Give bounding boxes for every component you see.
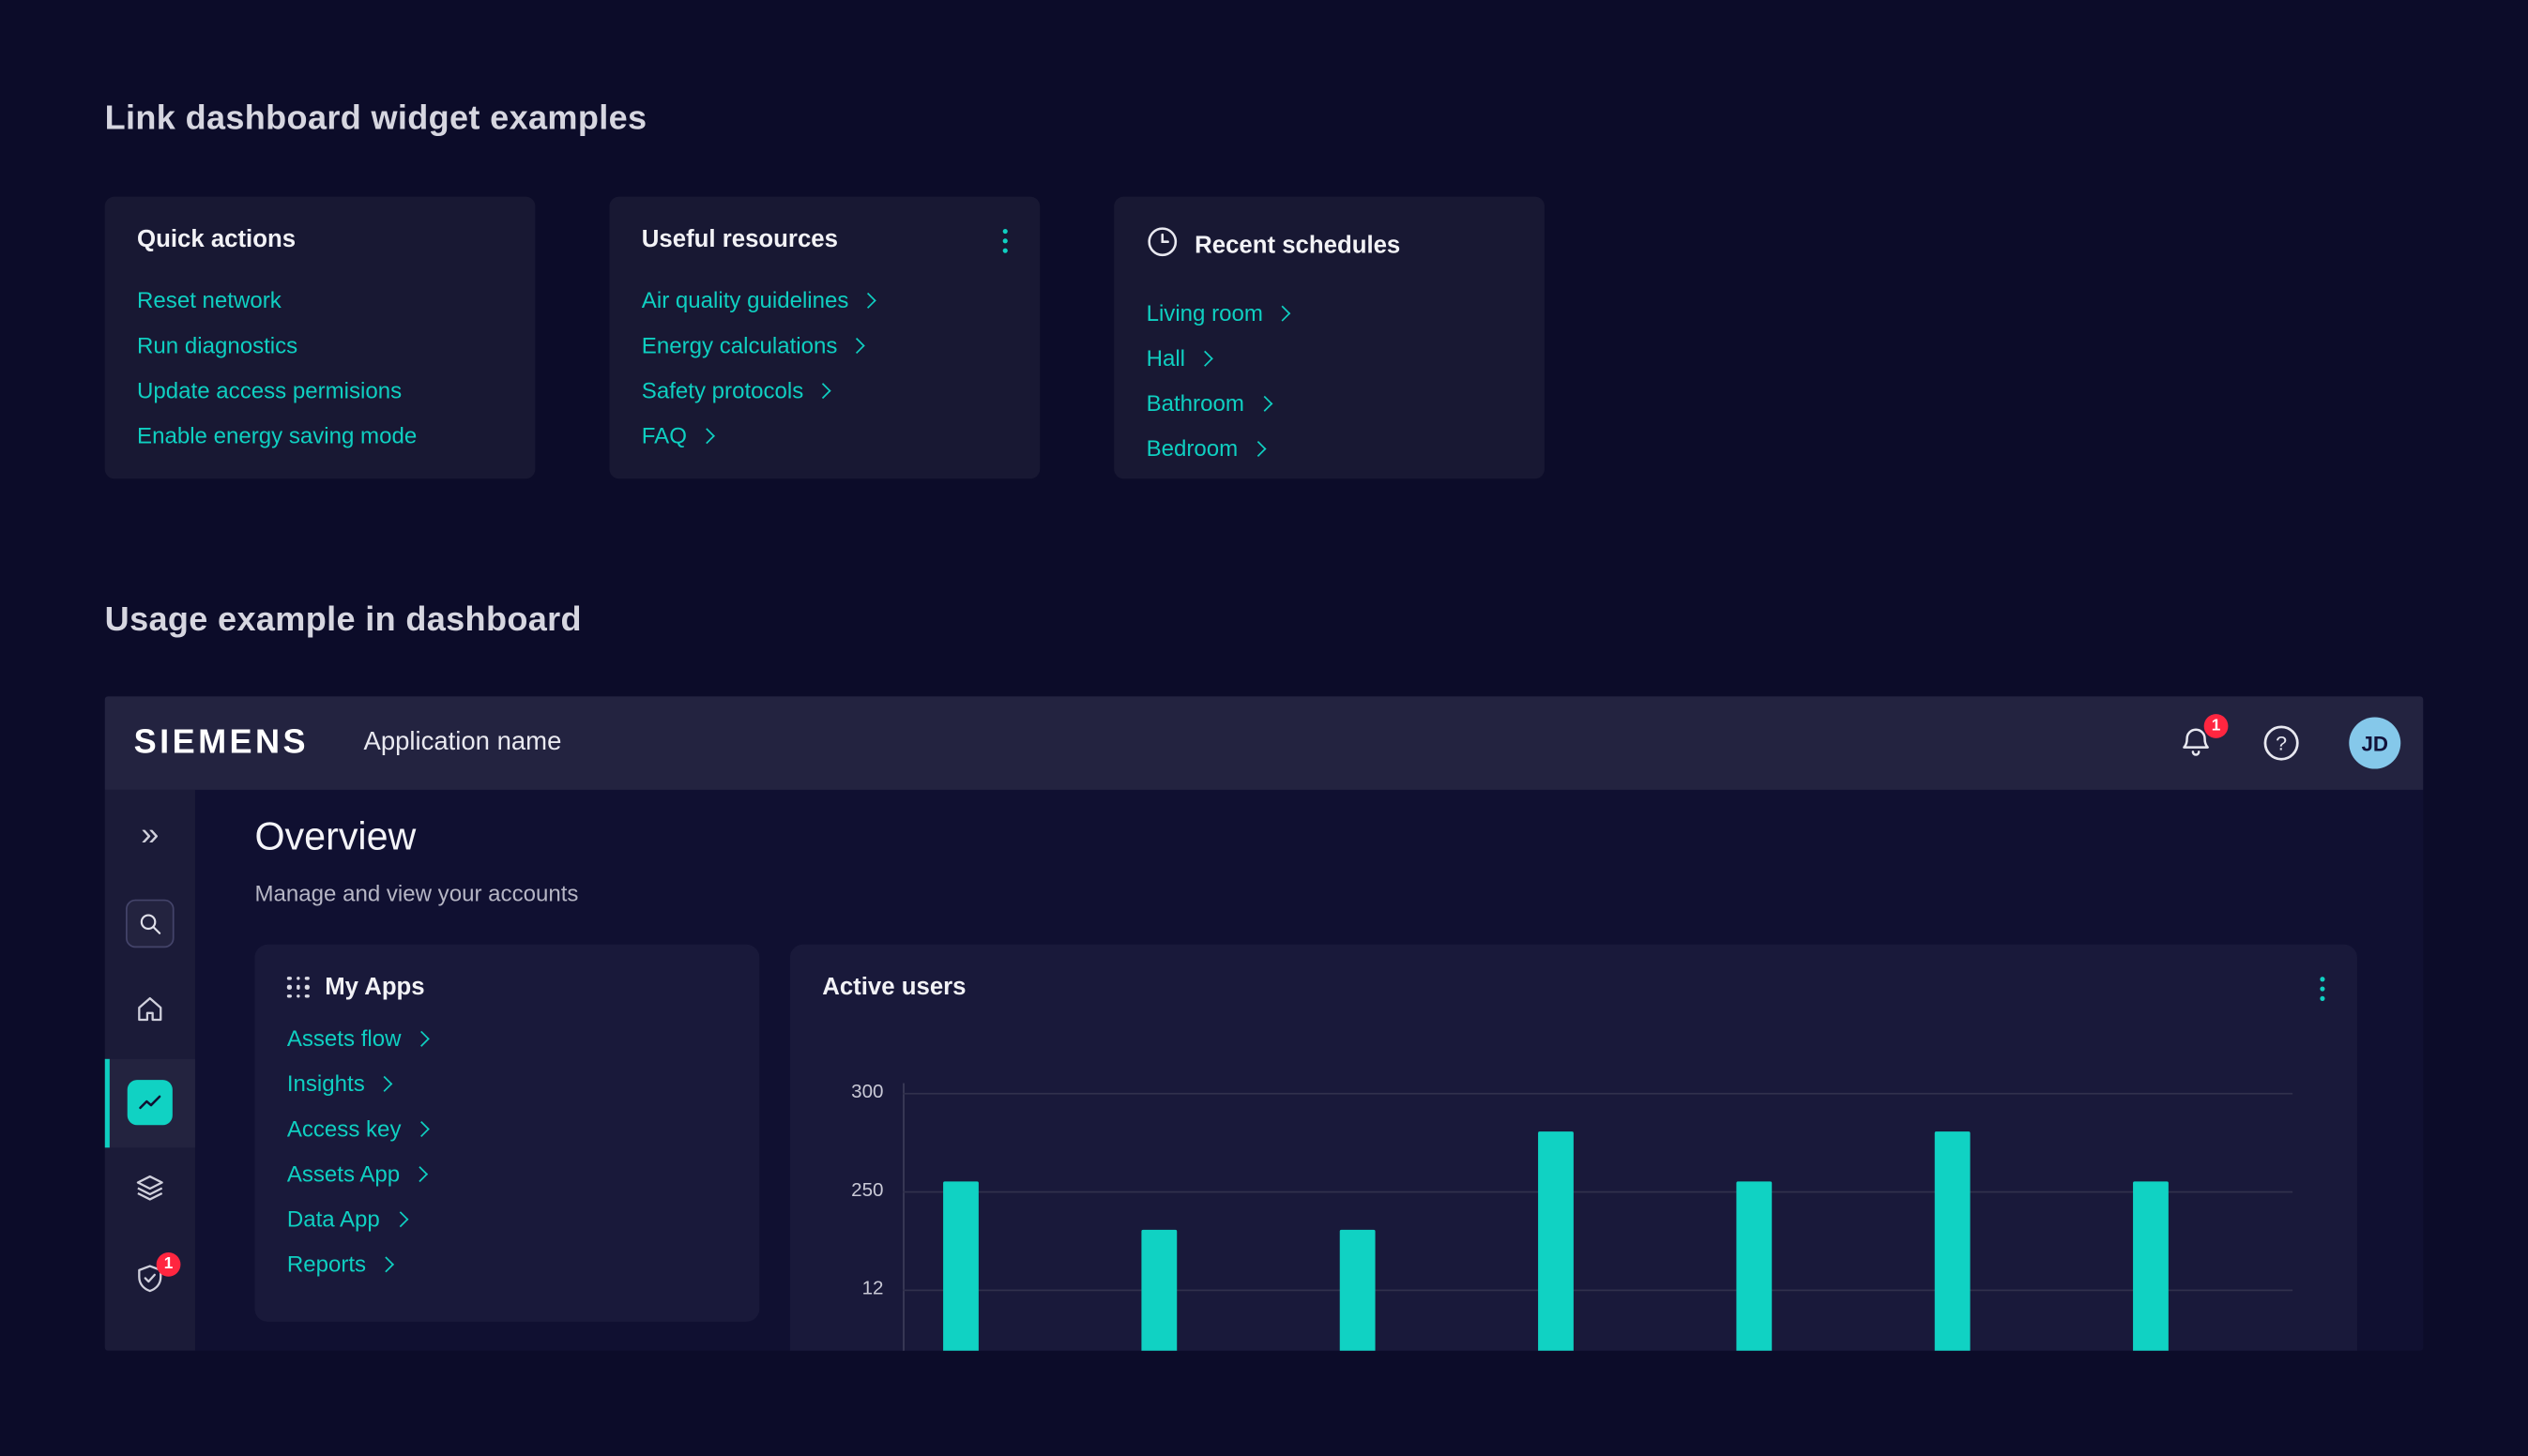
chevron-right-icon bbox=[413, 1120, 429, 1136]
chevron-right-icon bbox=[1197, 350, 1213, 366]
app-grid-icon bbox=[287, 977, 309, 998]
chevron-right-icon bbox=[392, 1210, 408, 1226]
sidebar-item-overview-active[interactable] bbox=[105, 1058, 195, 1147]
help-icon: ? bbox=[2262, 723, 2301, 762]
layers-icon bbox=[134, 1172, 166, 1212]
app-header: SIEMENS Application name 1 ? bbox=[105, 696, 2424, 790]
double-chevron-right-icon: » bbox=[141, 818, 159, 850]
link-update-access-permissions[interactable]: Update access permisions bbox=[137, 368, 503, 413]
chevron-right-icon bbox=[412, 1165, 428, 1181]
chevron-right-icon bbox=[377, 1075, 393, 1091]
link-energy-calculations[interactable]: Energy calculations bbox=[642, 323, 1008, 368]
page-subtitle: Manage and view your accounts bbox=[254, 880, 578, 905]
link-run-diagnostics[interactable]: Run diagnostics bbox=[137, 323, 503, 368]
notifications-button[interactable]: 1 bbox=[2178, 723, 2214, 764]
link-assets-flow[interactable]: Assets flow bbox=[287, 1015, 727, 1060]
link-enable-energy-saving[interactable]: Enable energy saving mode bbox=[137, 413, 503, 458]
card-title: Useful resources bbox=[642, 226, 1008, 253]
link-reports[interactable]: Reports bbox=[287, 1241, 727, 1286]
link-reset-network[interactable]: Reset network bbox=[137, 278, 503, 323]
search-icon bbox=[126, 900, 175, 948]
card-title: Recent schedules bbox=[1195, 232, 1400, 259]
chevron-right-icon bbox=[1256, 395, 1272, 411]
sidebar-item-search[interactable] bbox=[105, 879, 195, 968]
quick-actions-card: Quick actions Reset network Run diagnost… bbox=[105, 197, 536, 479]
y-tick-label: 300 bbox=[790, 1080, 884, 1102]
clock-icon bbox=[1147, 226, 1179, 266]
dashboard-example: SIEMENS Application name 1 ? bbox=[105, 696, 2424, 1351]
trend-chart-icon bbox=[128, 1081, 173, 1126]
useful-resources-card: Useful resources Air quality guidelines … bbox=[609, 197, 1040, 479]
quick-actions-links: Reset network Run diagnostics Update acc… bbox=[137, 278, 503, 458]
recent-schedules-links: Living room Hall Bathroom Bedroom bbox=[1147, 290, 1513, 470]
chevron-right-icon bbox=[699, 427, 715, 443]
sidebar-alert-badge: 1 bbox=[157, 1252, 181, 1277]
y-tick-label: 250 bbox=[790, 1178, 884, 1201]
link-bathroom[interactable]: Bathroom bbox=[1147, 380, 1513, 425]
link-insights[interactable]: Insights bbox=[287, 1061, 727, 1106]
y-tick-label: 12 bbox=[790, 1277, 884, 1299]
sidebar-item-compliance[interactable]: 1 bbox=[105, 1237, 195, 1327]
application-name: Application name bbox=[363, 729, 561, 758]
link-air-quality-guidelines[interactable]: Air quality guidelines bbox=[642, 278, 1008, 323]
chevron-right-icon bbox=[1275, 305, 1291, 321]
chart-bar bbox=[1736, 1181, 1772, 1351]
link-hall[interactable]: Hall bbox=[1147, 335, 1513, 380]
chevron-right-icon bbox=[815, 382, 831, 398]
kebab-menu-icon[interactable] bbox=[999, 226, 1011, 257]
link-bedroom[interactable]: Bedroom bbox=[1147, 426, 1513, 471]
link-faq[interactable]: FAQ bbox=[642, 413, 1008, 458]
gridline bbox=[903, 1191, 2292, 1193]
section-title-usage-example: Usage example in dashboard bbox=[105, 601, 582, 640]
dashboard-content: Overview Manage and view your accounts M… bbox=[195, 790, 2423, 1351]
gridline bbox=[903, 1093, 2292, 1095]
gridline bbox=[903, 1289, 2292, 1291]
my-apps-links: Assets flow Insights Access key Assets A… bbox=[287, 1015, 727, 1286]
link-assets-app[interactable]: Assets App bbox=[287, 1151, 727, 1196]
chevron-right-icon bbox=[1250, 440, 1266, 456]
help-button[interactable]: ? bbox=[2262, 723, 2301, 762]
chart-bar bbox=[1340, 1231, 1376, 1351]
chart-bar bbox=[943, 1181, 979, 1351]
chart-bar bbox=[2133, 1181, 2169, 1351]
siemens-logo: SIEMENS bbox=[134, 723, 309, 762]
chart-bar bbox=[1141, 1231, 1177, 1351]
active-users-card: Active users 30025012 bbox=[790, 945, 2357, 1351]
chevron-right-icon bbox=[849, 337, 865, 353]
section-title-widgets: Link dashboard widget examples bbox=[105, 100, 647, 139]
sidebar-item-layers[interactable] bbox=[105, 1147, 195, 1236]
home-icon bbox=[134, 993, 166, 1034]
chevron-right-icon bbox=[860, 292, 876, 308]
link-data-app[interactable]: Data App bbox=[287, 1196, 727, 1241]
notification-badge: 1 bbox=[2204, 713, 2229, 737]
link-access-key[interactable]: Access key bbox=[287, 1106, 727, 1151]
useful-resources-links: Air quality guidelines Energy calculatio… bbox=[642, 278, 1008, 458]
active-users-chart: 300 250 12 bbox=[790, 945, 2357, 1351]
chevron-right-icon bbox=[413, 1030, 429, 1046]
chart-bar bbox=[1935, 1132, 1971, 1351]
card-title: Quick actions bbox=[137, 226, 503, 253]
link-safety-protocols[interactable]: Safety protocols bbox=[642, 368, 1008, 413]
page-title: Overview bbox=[254, 815, 416, 860]
card-title: My Apps bbox=[325, 974, 424, 1001]
sidebar-item-home[interactable] bbox=[105, 969, 195, 1058]
my-apps-card: My Apps Assets flow Insights Access key … bbox=[254, 945, 759, 1322]
sidebar-nav: » bbox=[105, 790, 195, 1351]
svg-text:?: ? bbox=[2276, 732, 2287, 754]
recent-schedules-card: Recent schedules Living room Hall Bathro… bbox=[1114, 197, 1545, 479]
page: Link dashboard widget examples Quick act… bbox=[0, 0, 2528, 1455]
widget-row: Quick actions Reset network Run diagnost… bbox=[105, 197, 1545, 479]
sidebar-collapse-button[interactable]: » bbox=[105, 790, 195, 879]
link-living-room[interactable]: Living room bbox=[1147, 290, 1513, 335]
user-avatar[interactable]: JD bbox=[2349, 718, 2400, 769]
chevron-right-icon bbox=[378, 1255, 394, 1271]
y-axis-line bbox=[903, 1084, 905, 1351]
chart-bar bbox=[1538, 1132, 1574, 1351]
